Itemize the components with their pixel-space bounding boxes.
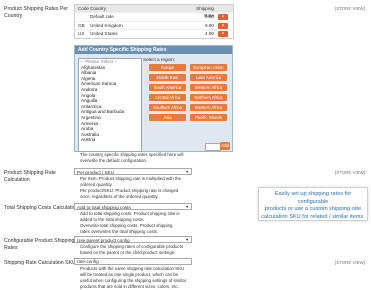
sku-input[interactable]: rate-config (74, 258, 192, 265)
select-region-label: Select a region: (143, 57, 175, 62)
region-button[interactable]: Asia (149, 114, 186, 121)
table-row: GB United Kingdom 9.90 × (75, 20, 233, 30)
add-country-rates-panel: Add Country Specific Shipping Rates -- P… (74, 45, 233, 152)
region-button[interactable]: South America (149, 84, 186, 91)
add-button[interactable]: Add (220, 142, 230, 150)
total-select[interactable]: Add to total shipping costs (74, 203, 192, 211)
store-view-scope: [STORE VIEW] (335, 260, 365, 265)
configurable-select[interactable]: Use parent product config (74, 236, 192, 244)
store-view-scope: [STORE VIEW] (335, 6, 365, 11)
calc-note: Per Item: Product shipping rate is multi… (80, 176, 182, 199)
delete-icon[interactable]: × (218, 31, 228, 38)
configurable-label: Configurable Product Shipping Rates (4, 238, 75, 251)
region-button[interactable]: Latin America (190, 74, 227, 81)
add-rates-title: Add Country Specific Shipping Rates (75, 46, 232, 54)
region-button[interactable]: European Union (190, 64, 227, 71)
promo-callout: Easily set up shipping rates for configu… (258, 187, 368, 221)
calc-select[interactable]: Per product / SKU (74, 168, 192, 176)
table-header: Code Country Shipping Rate (75, 5, 233, 18)
shipping-rates-table: Code Country Shipping Rate Default rate … (74, 4, 234, 39)
store-view-scope: [STORE VIEW] (335, 170, 365, 175)
sku-label: Shipping Rate Calculation SKU (4, 260, 76, 266)
rates-note: The country specific shipping rates spec… (80, 152, 184, 163)
shipping-rates-label: Product Shipping Rates Per Country (4, 6, 69, 19)
region-button[interactable]: Northern Africa (190, 94, 227, 101)
total-note: Add to total shipping costs: Product shi… (80, 211, 180, 234)
delete-icon[interactable]: × (218, 14, 228, 20)
table-row: US United States 4.90 × (75, 29, 233, 38)
region-button[interactable]: Southern Africa (149, 104, 186, 111)
rate-input[interactable] (205, 143, 221, 151)
list-item[interactable]: Austria (79, 137, 141, 143)
calc-label: Product Shipping Rate Calculation (4, 170, 56, 183)
region-button[interactable]: Central Africa (149, 94, 186, 101)
region-button[interactable]: Middle East (149, 74, 186, 81)
delete-icon[interactable]: × (218, 22, 228, 29)
region-buttons: Europe European Union Middle East Latin … (149, 64, 227, 121)
region-button[interactable]: Pacific Islands (190, 114, 227, 121)
total-label: Total Shipping Costs Calculation (4, 205, 79, 211)
country-list[interactable]: -- Please Select -- Afghanistan Albania … (78, 58, 142, 152)
configurable-note: Configure the shipping rates of configur… (80, 244, 183, 255)
region-button[interactable]: Western Africa (190, 104, 227, 111)
table-row: Default rate 9.90 × (75, 12, 233, 21)
region-button[interactable]: Western Africa (190, 84, 227, 91)
region-button[interactable]: Europe (149, 64, 186, 71)
